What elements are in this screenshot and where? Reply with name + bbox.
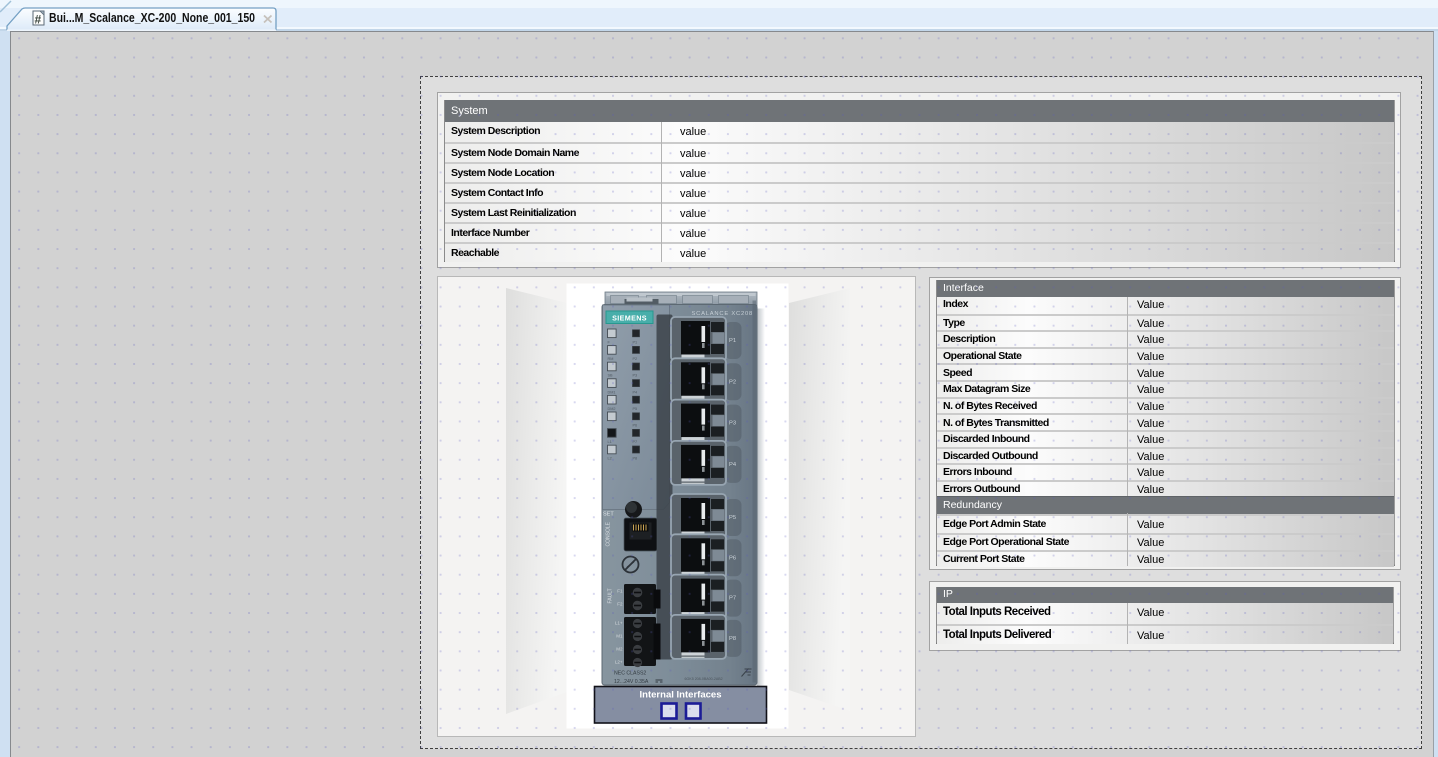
svg-text:P7: P7 — [729, 596, 736, 602]
svg-text:Internal Interfaces: Internal Interfaces — [640, 690, 722, 701]
svg-text:P2: P2 — [633, 357, 638, 361]
svg-text:P4: P4 — [633, 390, 638, 394]
svg-text:P7: P7 — [633, 440, 638, 444]
svg-text:M1: M1 — [616, 634, 623, 639]
svg-text:FAULT: FAULT — [608, 588, 614, 603]
svg-text:P6: P6 — [729, 555, 736, 561]
svg-text:P8: P8 — [633, 457, 638, 461]
svg-text:L1+: L1+ — [615, 621, 623, 626]
svg-text:RM: RM — [608, 357, 614, 361]
svg-text:SIEMENS: SIEMENS — [612, 314, 647, 323]
svg-text:SB: SB — [608, 374, 614, 378]
svg-text:P5: P5 — [729, 515, 736, 521]
svg-text:NEC CLASS2: NEC CLASS2 — [614, 671, 646, 677]
svg-text:P1: P1 — [729, 338, 736, 344]
svg-text:DM1: DM1 — [608, 390, 616, 394]
svg-text:L1: L1 — [608, 440, 612, 444]
svg-text:12...24V 0.35A: 12...24V 0.35A — [614, 679, 649, 685]
svg-text:M2: M2 — [616, 647, 623, 652]
svg-text:DM2: DM2 — [608, 407, 616, 411]
svg-text:L2+: L2+ — [615, 660, 623, 665]
svg-text:L2: L2 — [608, 457, 612, 461]
svg-text:Bui...M_Scalance_XC-200_None_0: Bui...M_Scalance_XC-200_None_001_150 — [49, 10, 255, 25]
svg-text:P4: P4 — [729, 462, 737, 468]
svg-text:P2: P2 — [729, 379, 736, 385]
svg-text:P5: P5 — [633, 407, 638, 411]
svg-text:6GK5 208-0BA00-2AB2: 6GK5 208-0BA00-2AB2 — [685, 677, 723, 681]
svg-text:SET: SET — [603, 512, 614, 518]
svg-text:P1: P1 — [633, 341, 638, 345]
svg-text:P3: P3 — [729, 421, 736, 427]
svg-text:CONSOLE: CONSOLE — [606, 521, 612, 546]
svg-text:F1: F1 — [617, 589, 623, 594]
svg-text:P3: P3 — [633, 374, 638, 378]
svg-text:#: # — [35, 13, 42, 27]
svg-text:F2: F2 — [617, 602, 623, 607]
svg-text:P8: P8 — [729, 636, 736, 642]
svg-text:P6: P6 — [633, 424, 638, 428]
